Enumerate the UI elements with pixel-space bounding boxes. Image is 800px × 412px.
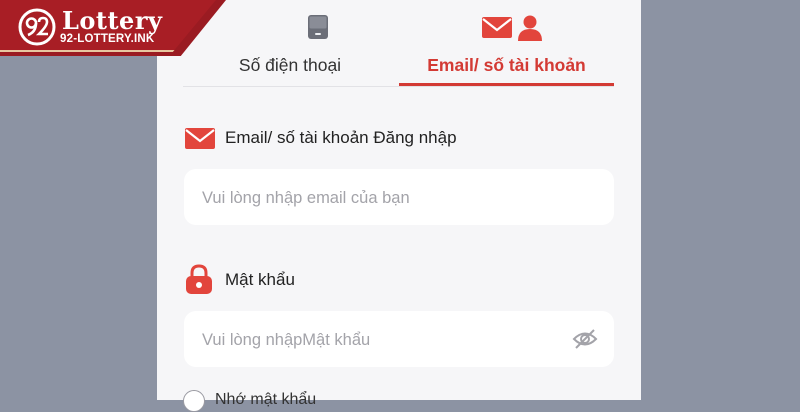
brand-title: Lottery: [62, 6, 163, 35]
remember-password-radio[interactable]: [183, 390, 205, 412]
login-tabs: Số điện thoại Email/ số tài khoản: [183, 0, 641, 88]
active-tab-indicator: [399, 83, 614, 86]
tab-phone-label: Số điện thoại: [238, 55, 342, 75]
lock-icon: [186, 264, 212, 294]
brand-subtitle: 92-LOTTERY.INK: [60, 33, 155, 45]
remember-password-label: Nhớ mật khẩu: [215, 391, 317, 408]
envelope-icon: [185, 128, 215, 149]
email-user-icon: [482, 15, 542, 41]
login-panel: Số điện thoại Email/ số tài khoản Email/…: [157, 0, 641, 412]
email-field-label: Email/ số tài khoản Đăng nhập: [225, 128, 457, 147]
password-input[interactable]: [200, 311, 574, 369]
eye-off-icon[interactable]: [572, 327, 598, 351]
phone-icon: [308, 15, 328, 39]
email-input[interactable]: [200, 169, 574, 227]
logo-banner: Lottery 92-LOTTERY.INK: [0, 0, 216, 52]
email-input-box: [184, 169, 614, 227]
tab-divider: [183, 86, 614, 87]
logo-92-icon: [18, 8, 56, 46]
password-field-label: Mật khẩu: [225, 270, 295, 289]
tab-email-label: Email/ số tài khoản: [427, 55, 586, 75]
password-input-box: [184, 311, 614, 369]
tab-email-account[interactable]: Email/ số tài khoản: [399, 0, 614, 86]
